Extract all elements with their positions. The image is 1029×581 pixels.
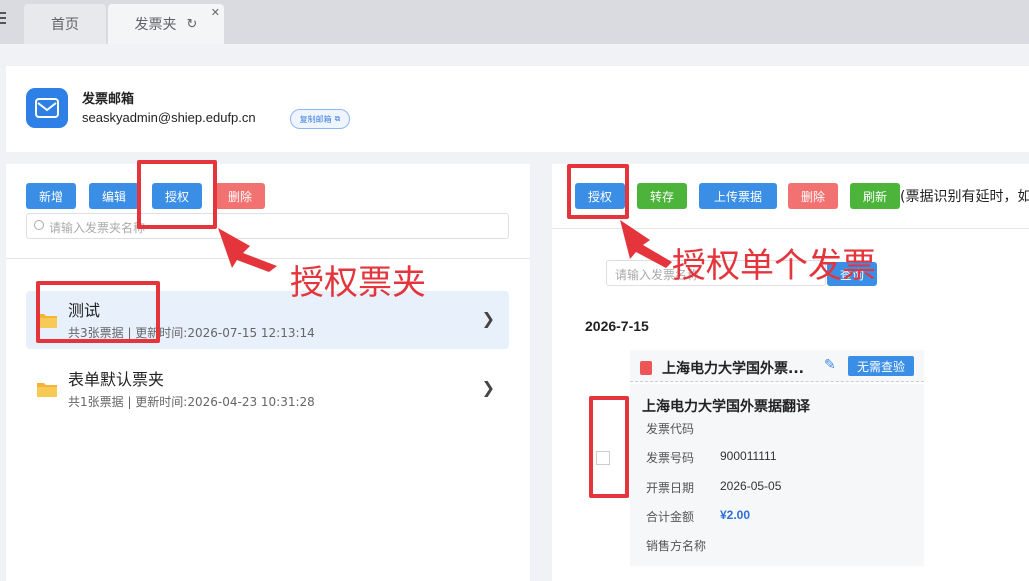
folder-item[interactable]: 表单默认票夹 共1张票据 | 更新时间:2026-04-23 10:31:28 … <box>26 360 509 418</box>
tab-home-label: 首页 <box>51 17 79 33</box>
copy-email-button[interactable]: 复制邮箱 ⧉ <box>290 109 350 129</box>
folder-meta: 共1张票据 | 更新时间:2026-04-23 10:31:28 <box>68 395 315 409</box>
close-icon[interactable]: ✕ <box>211 6 220 19</box>
chevron-right-icon: ❯ <box>481 378 495 397</box>
invoice-title-short: 上海电力大学国外票... <box>662 361 804 377</box>
field-label: 合计金额 <box>646 510 695 524</box>
chevron-right-icon: ❯ <box>481 309 495 328</box>
refresh-button[interactable]: 刷新 <box>850 183 900 209</box>
field-label: 发票代码 <box>646 422 695 436</box>
transfer-label: 转存 <box>649 189 674 204</box>
edit-folder-button[interactable]: 编辑 <box>89 183 139 209</box>
edit-label: 编辑 <box>101 189 126 204</box>
folder-search-placeholder: 请输入发票夹名称 <box>49 221 146 235</box>
annotation-folder-auth: 授权票夹 <box>290 263 426 303</box>
delay-tip: (票据识别有延时，如 <box>900 189 1029 205</box>
tab-home[interactable]: 首页 <box>24 4 106 44</box>
edit-icon[interactable]: ✎ <box>824 357 836 373</box>
invoice-card-header[interactable]: 上海电力大学国外票... ✎ 无需查验 <box>630 350 924 382</box>
refresh-label: 刷新 <box>862 189 887 204</box>
folder-icon <box>37 383 57 397</box>
annotation-single-auth: 授权单个发票 <box>672 246 876 286</box>
delete-folder-button[interactable]: 删除 <box>215 183 265 209</box>
field-label: 发票号码 <box>646 451 695 465</box>
no-verification-badge: 无需查验 <box>848 356 914 376</box>
tab-invoice-folder[interactable]: 发票夹 ↻ ✕ <box>108 4 224 44</box>
delete-label: 删除 <box>800 189 825 204</box>
pdf-icon <box>640 361 652 375</box>
divider <box>6 258 530 259</box>
menu-icon[interactable] <box>0 12 8 28</box>
field-label: 销售方名称 <box>646 539 707 553</box>
upload-invoice-button[interactable]: 上传票据 <box>699 183 777 209</box>
delete-invoice-button[interactable]: 删除 <box>788 183 838 209</box>
search-icon <box>34 220 44 230</box>
highlight-box <box>589 396 629 498</box>
mailbox-title: 发票邮箱 <box>82 92 135 107</box>
copy-email-label: 复制邮箱 <box>299 114 332 124</box>
highlight-box <box>137 160 217 229</box>
field-value: 2026-05-05 <box>720 479 782 493</box>
add-folder-button[interactable]: 新增 <box>26 183 76 209</box>
seller-name-row: 销售方名称 <box>646 537 706 554</box>
transfer-button[interactable]: 转存 <box>637 183 687 209</box>
folder-name: 表单默认票夹 <box>68 370 165 389</box>
date-group-label: 2026-7-15 <box>585 318 649 334</box>
highlight-box <box>36 281 160 343</box>
mail-icon <box>26 88 68 128</box>
field-label: 开票日期 <box>646 481 695 495</box>
copy-icon: ⧉ <box>334 114 341 123</box>
invoice-number-row: 发票号码 900011111 <box>646 449 777 466</box>
refresh-icon[interactable]: ↻ <box>187 17 198 32</box>
add-label: 新增 <box>38 189 63 204</box>
invoice-card-body: 上海电力大学国外票据翻译 发票代码 发票号码 900011111 开票日期 2026… <box>630 384 924 566</box>
divider <box>552 228 1029 229</box>
upload-label: 上传票据 <box>713 189 762 204</box>
tab-invoice-folder-label: 发票夹 <box>134 17 177 33</box>
invoice-date-row: 开票日期 2026-05-05 <box>646 479 781 496</box>
mailbox-address: seaskyadmin@shiep.edufp.cn <box>82 110 256 125</box>
field-value: 900011111 <box>720 449 777 463</box>
invoice-amount-row: 合计金额 ¥2.00 <box>646 508 750 525</box>
delete-label: 删除 <box>227 189 252 204</box>
folder-search-input[interactable]: 请输入发票夹名称 <box>26 213 509 239</box>
invoice-title: 上海电力大学国外票据翻译 <box>642 399 810 415</box>
mailbox-card <box>6 66 1029 152</box>
invoice-code-row: 发票代码 <box>646 420 694 437</box>
field-value: ¥2.00 <box>720 508 751 522</box>
highlight-box <box>567 164 629 219</box>
